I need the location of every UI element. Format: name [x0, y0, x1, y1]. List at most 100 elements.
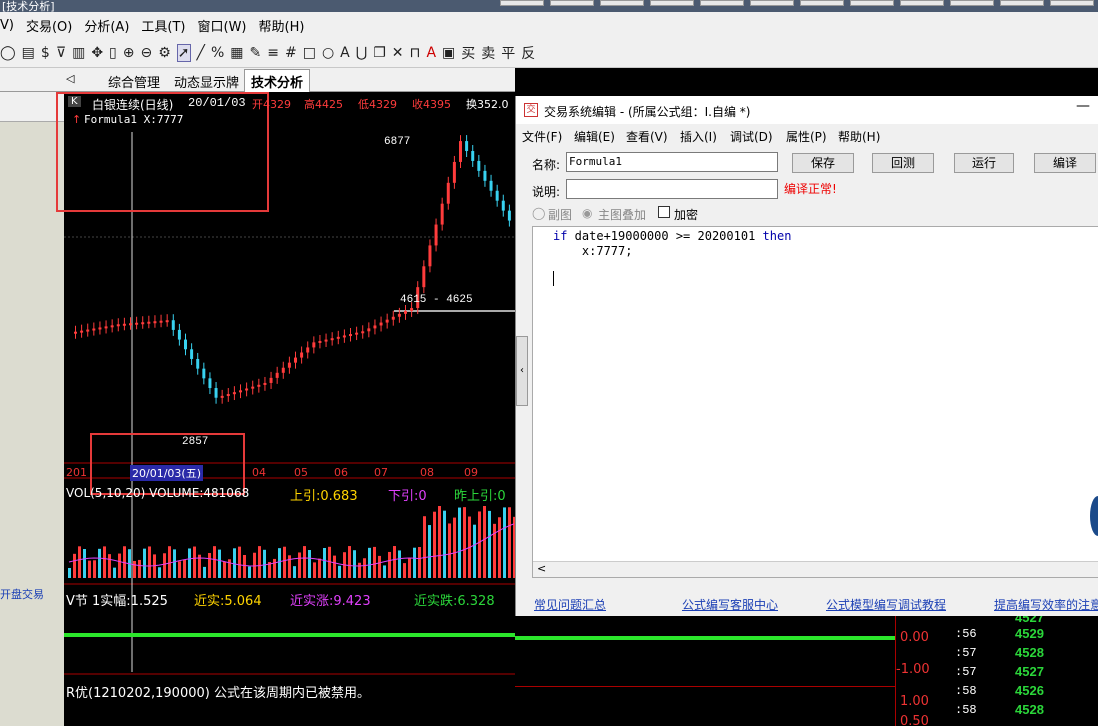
radio-main-icon[interactable]: ◉ — [582, 206, 592, 220]
fib-icon[interactable]: ≡ — [267, 45, 279, 61]
title-button[interactable] — [800, 0, 844, 6]
dialog-menu-item[interactable]: 插入(I) — [680, 128, 717, 145]
hash-icon[interactable]: # — [285, 45, 297, 61]
baseline-bar — [64, 633, 515, 637]
tab-overview[interactable]: 综合管理 — [108, 72, 160, 91]
dollar-icon[interactable]: $ — [41, 45, 50, 61]
dialog-titlebar: 交 交易系统编辑 - (所属公式组：I.自编 *) — — [516, 96, 1098, 124]
title-button[interactable] — [1050, 0, 1094, 6]
toolbar: ◯ ▤ $ ⊽ ▥ ✥ ▯ ⊕ ⊖ ⚙ ➚ ╱ % ▦ ✎ ≡ # □ ○ A … — [0, 38, 1098, 68]
title-button[interactable] — [950, 0, 994, 6]
radio-sub-icon[interactable]: ◯ — [532, 206, 545, 220]
code-text: x:7777; — [553, 244, 633, 258]
ellipse-icon[interactable]: ○ — [322, 45, 334, 61]
pen-icon[interactable]: ✎ — [250, 45, 262, 61]
title-button[interactable] — [750, 0, 794, 6]
move-icon[interactable]: ✥ — [91, 45, 103, 61]
volume-bar — [183, 559, 186, 578]
volume-bar — [283, 546, 286, 578]
volume-bar — [103, 546, 106, 578]
menu-item[interactable]: 窗口(W) — [198, 16, 247, 35]
title-button[interactable] — [600, 0, 644, 6]
volume-header: VOL(5,10,20) VOLUME:481068 — [66, 486, 250, 500]
magnet-icon[interactable]: ⋃ — [356, 45, 367, 61]
title-button[interactable] — [900, 0, 944, 6]
backtest-button[interactable]: 回测 — [872, 153, 934, 173]
candle — [391, 316, 395, 320]
dialog-menu-item[interactable]: 调试(D) — [730, 128, 773, 145]
desc-field[interactable] — [566, 179, 778, 199]
candle — [165, 320, 169, 323]
cursor-icon[interactable]: ➚ — [176, 43, 191, 62]
gear-icon[interactable]: ⚙ — [158, 45, 171, 61]
bar-icon[interactable]: ▯ — [109, 45, 117, 61]
efficiency-link[interactable]: 提高编写效率的注意 — [994, 596, 1098, 613]
tab-scroll-left-icon[interactable]: ◁ — [66, 72, 74, 85]
flat-button[interactable]: 平 — [501, 43, 515, 63]
tutorial-link[interactable]: 公式模型编写调试教程 — [826, 596, 946, 613]
circle-icon[interactable]: ◯ — [0, 45, 16, 61]
menu-item[interactable]: 交易(O) — [26, 16, 72, 35]
dialog-menu-item[interactable]: 帮助(H) — [838, 128, 880, 145]
code-editor[interactable]: if date+19000000 >= 20200101 then x:7777… — [532, 226, 1098, 578]
sell-button[interactable]: 卖 — [481, 43, 495, 63]
delete-icon[interactable]: ✕ — [392, 45, 404, 61]
copy-icon[interactable]: ❐ — [373, 45, 386, 61]
run-button[interactable]: 运行 — [954, 153, 1014, 173]
candle — [465, 141, 469, 152]
horizontal-scrollbar[interactable]: < — [533, 561, 1098, 577]
title-button[interactable] — [1000, 0, 1044, 6]
candle — [226, 394, 230, 397]
text-icon[interactable]: A — [340, 45, 350, 61]
menu-item[interactable]: 帮助(H) — [259, 16, 305, 35]
title-button[interactable] — [850, 0, 894, 6]
dialog-menu-item[interactable]: 编辑(E) — [574, 128, 615, 145]
scroll-left-icon[interactable]: < — [537, 562, 546, 575]
support-link[interactable]: 公式编写客服中心 — [682, 596, 778, 613]
dialog-menu-item[interactable]: 查看(V) — [626, 128, 668, 145]
volume-bar — [388, 551, 391, 578]
title-button[interactable] — [650, 0, 694, 6]
vjie-fall-label: 近实跌:6.328 — [414, 594, 495, 609]
dialog-menu-item[interactable]: 属性(P) — [786, 128, 827, 145]
encrypt-label: 加密 — [674, 208, 699, 222]
volume-bar — [433, 511, 436, 578]
rect-icon[interactable]: □ — [303, 45, 316, 61]
tab-technical[interactable]: 技术分析 — [244, 69, 311, 92]
title-button[interactable] — [500, 0, 544, 6]
menu-item[interactable]: V) — [0, 18, 14, 33]
dialog-menu-item[interactable]: 文件(F) — [522, 128, 562, 145]
volume-bar — [418, 547, 421, 578]
encrypt-checkbox[interactable] — [658, 206, 670, 218]
compile-button[interactable]: 编译 — [1034, 153, 1096, 173]
tab-dynamic[interactable]: 动态显示牌 — [174, 72, 239, 91]
title-button[interactable] — [550, 0, 594, 6]
percent-icon[interactable]: % — [211, 45, 224, 61]
chart-icon[interactable]: ▥ — [72, 45, 85, 61]
volume-bar — [378, 555, 381, 578]
save-button[interactable]: 保存 — [792, 153, 854, 173]
zoom-in-icon[interactable]: ⊕ — [123, 45, 135, 61]
save-icon[interactable]: ▣ — [442, 45, 455, 61]
collapse-handle[interactable]: ‹ — [516, 336, 528, 406]
reverse-button[interactable]: 反 — [521, 43, 535, 63]
zoom-out-icon[interactable]: ⊖ — [141, 45, 153, 61]
candle — [422, 266, 426, 288]
kline-icon[interactable]: K — [68, 96, 81, 107]
buy-button[interactable]: 买 — [461, 43, 475, 63]
name-field[interactable]: Formula1 — [566, 152, 778, 172]
grid-icon[interactable]: ▦ — [230, 45, 243, 61]
chart-area[interactable]: K 白银连续(日线) 20/01/03 开4329 高4425 低4329 收4… — [56, 92, 515, 726]
menu-item[interactable]: 分析(A) — [84, 16, 129, 35]
line-icon[interactable]: ╱ — [197, 45, 205, 61]
volume-bar — [423, 516, 426, 578]
page-icon[interactable]: ▤ — [22, 45, 35, 61]
faq-link[interactable]: 常见问题汇总 — [534, 596, 606, 613]
filter-icon[interactable]: ⊽ — [56, 45, 66, 61]
lock-icon[interactable]: ⊓ — [410, 45, 421, 61]
open-trade-label[interactable]: 开盘交易 — [0, 586, 44, 602]
font-icon[interactable]: A — [426, 45, 436, 61]
minimize-icon[interactable]: — — [1076, 98, 1090, 114]
menu-item[interactable]: 工具(T) — [141, 16, 185, 35]
title-button[interactable] — [700, 0, 744, 6]
